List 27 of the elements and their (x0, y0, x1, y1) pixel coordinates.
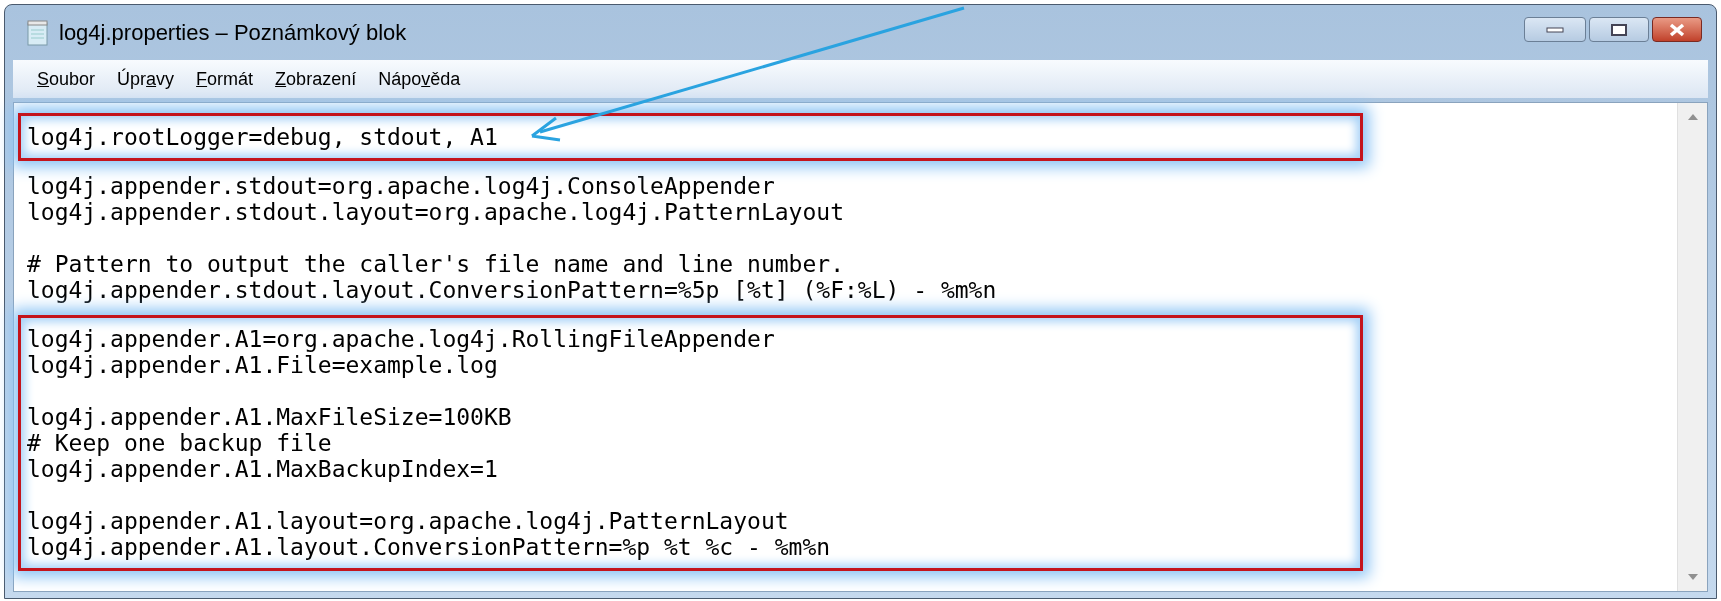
code-line: log4j.appender.A1.layout.ConversionPattern=%p %t %c - %m%n (27, 534, 831, 560)
code-line: log4j.appender.stdout.layout.ConversionPattern=%5p [%t] (%F:%L) - %m%n (27, 277, 997, 303)
code-line: log4j.appender.A1.File=example.log (27, 352, 498, 378)
scroll-down-icon[interactable] (1686, 573, 1699, 581)
maximize-button[interactable] (1589, 17, 1649, 42)
menu-item[interactable]: Soubor (37, 65, 96, 93)
code-line: log4j.appender.A1=org.apache.log4j.RollingFileAppender (27, 326, 775, 352)
code-line: # Keep one backup file (27, 430, 332, 456)
scroll-up-icon[interactable] (1686, 113, 1699, 121)
menu-item[interactable]: Nápověda (378, 65, 461, 93)
maximize-icon (1611, 23, 1627, 36)
menu-item[interactable]: Zobrazení (275, 65, 357, 93)
menu-item[interactable]: Formát (196, 65, 254, 93)
notepad-icon (27, 19, 49, 46)
code-line: # Pattern to output the caller's file name and line number. (27, 251, 844, 277)
close-button[interactable] (1652, 17, 1702, 42)
code-line: log4j.appender.A1.MaxFileSize=100KB (27, 404, 512, 430)
menu-item[interactable]: Úpravy (117, 65, 175, 93)
window-title: log4j.properties – Poznámkový blok (59, 19, 407, 47)
close-icon (1669, 22, 1685, 37)
code-line: log4j.appender.stdout.layout=org.apache.log4j.PatternLayout (27, 199, 844, 225)
minimize-icon (1546, 26, 1564, 33)
scrollbar[interactable] (1677, 103, 1707, 591)
code-line: log4j.appender.stdout=org.apache.log4j.ConsoleAppender (27, 173, 775, 199)
code-line: log4j.appender.A1.MaxBackupIndex=1 (27, 456, 498, 482)
code-line: log4j.appender.A1.layout=org.apache.log4j.PatternLayout (27, 508, 789, 534)
code-line: log4j.rootLogger=debug, stdout, A1 (27, 124, 498, 150)
